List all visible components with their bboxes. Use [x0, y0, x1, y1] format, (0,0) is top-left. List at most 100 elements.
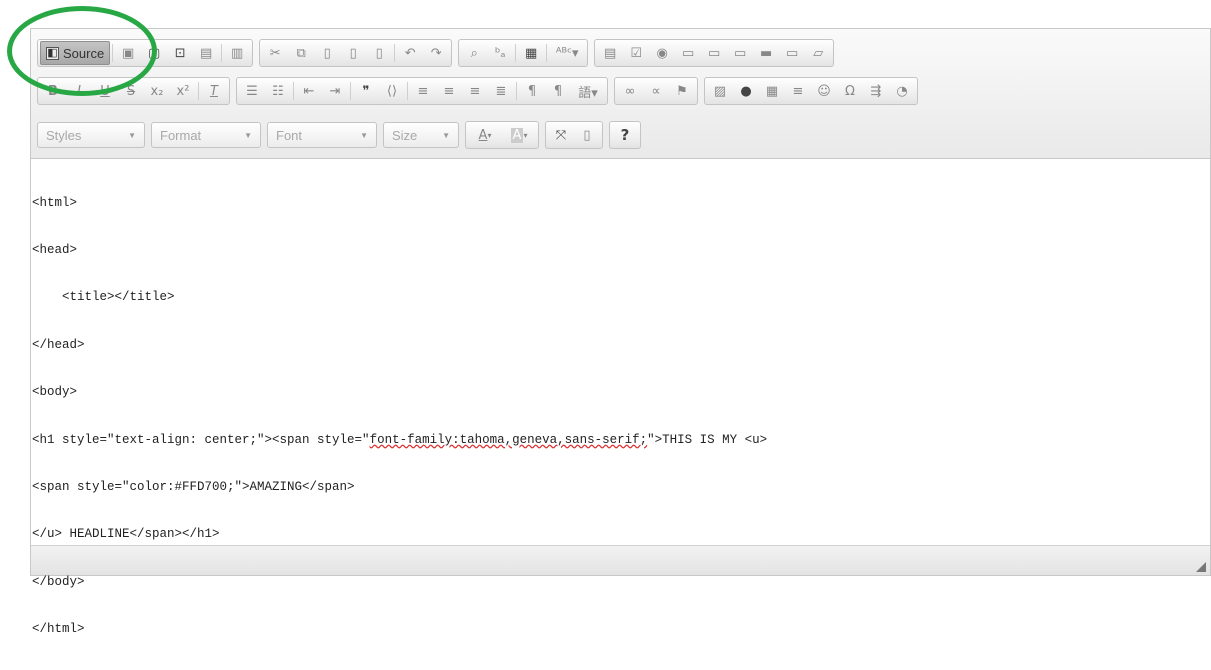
paste-text-icon[interactable]: ▯ [341, 42, 365, 64]
chevron-down-icon: ▼ [360, 130, 368, 140]
ltr-icon[interactable]: ¶ [520, 80, 544, 102]
code-line: <title></title> [32, 290, 175, 305]
font-combo[interactable]: Font ▼ [267, 122, 377, 148]
underline-icon[interactable]: U [93, 80, 117, 102]
remove-format-icon[interactable]: T [202, 80, 226, 102]
source-icon: ◧ [46, 46, 59, 60]
styles-combo[interactable]: Styles ▼ [37, 122, 145, 148]
find-icon[interactable]: ⌕ [462, 42, 486, 64]
misspelled-code-segment: font-family:tahoma,geneva,sans-serif; [369, 432, 648, 447]
separator [407, 82, 408, 100]
code-line: </u> HEADLINE</span></h1> [32, 527, 220, 542]
indent-icon[interactable]: ⇥ [323, 80, 347, 102]
templates-icon[interactable]: ▥ [225, 42, 249, 64]
align-right-icon[interactable]: ≡ [463, 80, 487, 102]
code-line: </body> [32, 574, 85, 589]
help-button[interactable]: ? [613, 124, 637, 146]
special-char-icon[interactable]: Ω [838, 80, 862, 102]
textarea-icon[interactable]: ▭ [702, 42, 726, 64]
source-code-area[interactable]: <html> <head> <title></title> </head> <b… [31, 160, 1210, 637]
subscript-icon[interactable]: x₂ [145, 80, 169, 102]
div-icon[interactable]: ⟨⟩ [380, 80, 404, 102]
code-line: <h1 style="text-align: center;"><span st… [32, 433, 1210, 449]
insert-group: ▨ ● ▦ ≡ ☺ Ω ⇶ ◔ [704, 77, 918, 105]
format-combo[interactable]: Format ▼ [151, 122, 261, 148]
paragraph-group: ☰ ☷ ⇤ ⇥ ❞ ⟨⟩ ≡ ≡ ≡ ≣ ¶ ¶ 語▾ [236, 77, 608, 105]
preview-icon[interactable]: ⊡ [168, 42, 192, 64]
button-field-icon[interactable]: ▬ [754, 42, 778, 64]
anchor-icon[interactable]: ⚑ [670, 80, 694, 102]
new-page-icon[interactable]: ▢ [142, 42, 166, 64]
separator [221, 44, 223, 62]
select-field-icon[interactable]: ▭ [728, 42, 752, 64]
forms-group: ▤ ☑ ◉ ▭ ▭ ▭ ▬ ▭ ▱ [594, 39, 835, 67]
size-combo-label: Size [392, 127, 418, 143]
image-button-icon[interactable]: ▭ [780, 42, 804, 64]
select-all-icon[interactable]: ▦ [519, 42, 543, 64]
justify-icon[interactable]: ≣ [489, 80, 513, 102]
bg-color-button[interactable]: A ▾ [503, 124, 535, 146]
bulleted-list-icon[interactable]: ☷ [266, 80, 290, 102]
form-icon[interactable]: ▤ [598, 42, 622, 64]
copy-icon[interactable]: ⧉ [289, 42, 313, 64]
maximize-icon[interactable]: ⤧ [549, 124, 573, 146]
source-label: Source [63, 45, 105, 61]
toolbar-row-2: B I U S x₂ x² T ☰ ☷ ⇤ ⇥ ❞ ⟨⟩ ≡ ≡ ≡ ≣ ¶ ¶… [37, 76, 924, 106]
flash-icon[interactable]: ● [734, 80, 758, 102]
chevron-down-icon: ▾ [487, 130, 492, 140]
code-line: </html> [32, 622, 85, 637]
table-icon[interactable]: ▦ [760, 80, 784, 102]
undo-icon[interactable]: ↶ [398, 42, 422, 64]
numbered-list-icon[interactable]: ☰ [240, 80, 264, 102]
size-combo[interactable]: Size ▼ [383, 122, 459, 148]
rtl-icon[interactable]: ¶ [546, 80, 570, 102]
editor-status-bar [31, 545, 1210, 575]
align-center-icon[interactable]: ≡ [437, 80, 461, 102]
toolbar-row-3: Styles ▼ Format ▼ Font ▼ Size ▼ A▾ A▾ [37, 120, 647, 150]
separator [515, 44, 517, 62]
italic-icon[interactable]: I [67, 80, 91, 102]
text-color-button[interactable]: A ▾ [469, 124, 501, 146]
blockquote-icon[interactable]: ❞ [354, 80, 378, 102]
superscript-icon[interactable]: x² [171, 80, 195, 102]
paste-icon[interactable]: ▯ [315, 42, 339, 64]
separator [394, 44, 396, 62]
iframe-icon[interactable]: ◔ [890, 80, 914, 102]
separator [198, 82, 199, 100]
show-blocks-icon[interactable]: ▯ [575, 124, 599, 146]
code-line: <html> [32, 195, 78, 210]
hidden-field-icon[interactable]: ▱ [806, 42, 830, 64]
replace-icon[interactable]: ᵇₐ [488, 42, 512, 64]
link-icon[interactable]: ∞ [618, 80, 642, 102]
language-icon[interactable]: 語▾ [572, 80, 604, 102]
format-combo-label: Format [160, 127, 202, 143]
source-button[interactable]: ◧ Source [40, 41, 111, 65]
code-segment: ">THIS IS MY <u> [647, 432, 768, 447]
paste-word-icon[interactable]: ▯ [367, 42, 391, 64]
separator [516, 82, 517, 100]
save-icon[interactable]: ▣ [116, 42, 140, 64]
radio-icon[interactable]: ◉ [650, 42, 674, 64]
image-icon[interactable]: ▨ [708, 80, 732, 102]
separator [293, 82, 294, 100]
bold-icon[interactable]: B [41, 80, 65, 102]
smiley-icon[interactable]: ☺ [812, 80, 836, 102]
outdent-icon[interactable]: ⇤ [297, 80, 321, 102]
page-break-icon[interactable]: ⇶ [864, 80, 888, 102]
textfield-icon[interactable]: ▭ [676, 42, 700, 64]
resize-handle-icon[interactable] [1196, 562, 1206, 572]
checkbox-icon[interactable]: ☑ [624, 42, 648, 64]
redo-icon[interactable]: ↷ [424, 42, 448, 64]
cut-icon[interactable]: ✂ [263, 42, 287, 64]
unlink-icon[interactable]: ∝ [644, 80, 668, 102]
horizontal-rule-icon[interactable]: ≡ [786, 80, 810, 102]
font-combo-label: Font [276, 127, 303, 143]
align-left-icon[interactable]: ≡ [411, 80, 435, 102]
spellcheck-icon[interactable]: ᴬᴮᶜ▾ [550, 42, 584, 64]
code-segment: <h1 style="text-align: center;"><span st… [32, 432, 370, 447]
clipboard-group: ✂ ⧉ ▯ ▯ ▯ ↶ ↷ [259, 39, 453, 67]
tools-group: ⤧ ▯ [545, 121, 603, 149]
strike-icon[interactable]: S [119, 80, 143, 102]
print-icon[interactable]: ▤ [194, 42, 218, 64]
separator [350, 82, 351, 100]
